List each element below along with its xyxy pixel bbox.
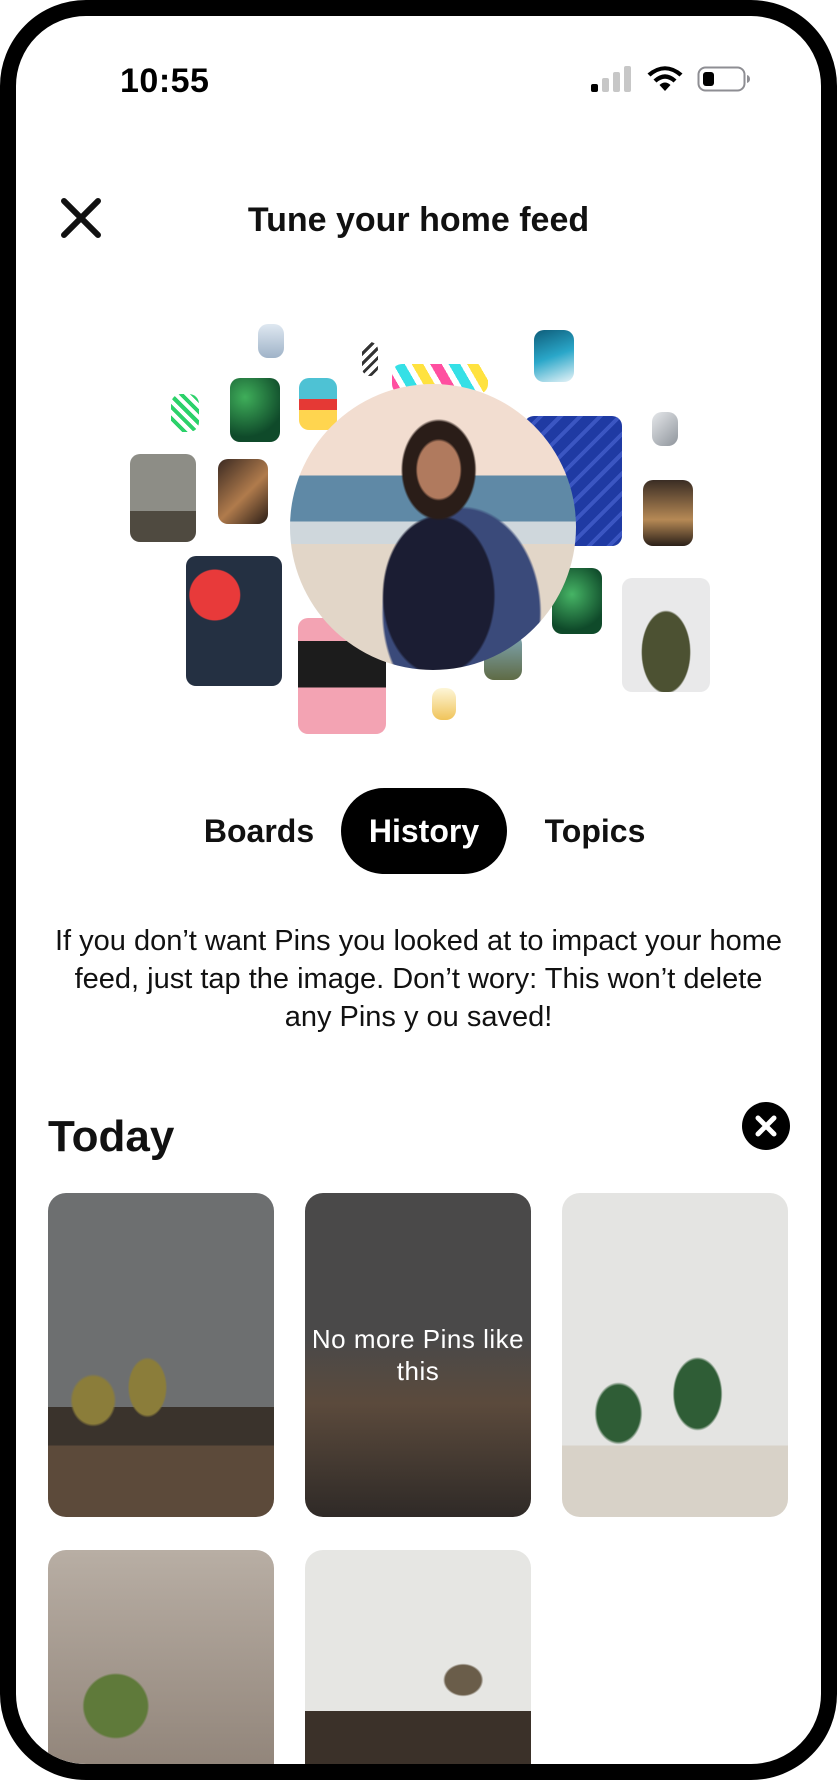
close-icon [755,1115,777,1137]
pin-card[interactable] [48,1193,274,1517]
tab-history[interactable]: History [341,788,507,874]
collage-tile-silver-shape [652,412,678,446]
pin-overlay-text [562,1193,788,1517]
collage-tile-building [258,324,284,358]
status-bar: 10:55 [16,16,821,100]
tab-boards[interactable]: Boards [196,788,322,874]
pin-card[interactable] [562,1193,788,1517]
feed-tabs: Boards History Topics [16,788,821,874]
history-description: If you don’t want Pins you looked at to … [54,925,782,1033]
pin-overlay-text [305,1550,531,1764]
pin-card[interactable] [48,1550,274,1764]
wifi-icon [647,66,683,91]
page-title: Tune your home feed [247,201,590,239]
status-icons [589,66,751,92]
status-time: 10:55 [120,62,210,100]
collage-tile-green-stripes [171,394,199,432]
section-title-today: Today [48,1112,175,1161]
top-bar: Tune your home feed [16,181,821,251]
collage-tile-palm-leaves [230,378,280,442]
clear-section-button[interactable] [742,1102,790,1150]
pin-overlay-text [48,1550,274,1764]
collage-tile-green-bag [622,578,710,692]
collage-illustration [16,316,821,746]
battery-icon [697,66,750,92]
collage-tile-interior [643,480,693,546]
pin-overlay-text: No more Pins like this [311,1324,525,1386]
collage-tile-bronze-object [218,459,268,524]
cellular-signal-icon [591,66,631,92]
pin-card-dimmed[interactable]: No more Pins like this [305,1193,531,1517]
collage-tile-retro-poster [299,378,337,430]
collage-tile-concrete-room [130,454,196,542]
collage-tile-small-card [432,688,456,720]
tab-topics[interactable]: Topics [532,788,658,874]
hero-portrait-image [290,384,576,670]
phone-frame: 10:55 Tune your home feed Boards History… [0,0,837,1780]
pin-overlay-text [48,1193,274,1517]
pin-card[interactable] [305,1550,531,1764]
collage-tile-red-typography [186,556,282,686]
collage-tile-teal-wave [534,330,574,382]
collage-tile-chevrons [362,342,378,376]
